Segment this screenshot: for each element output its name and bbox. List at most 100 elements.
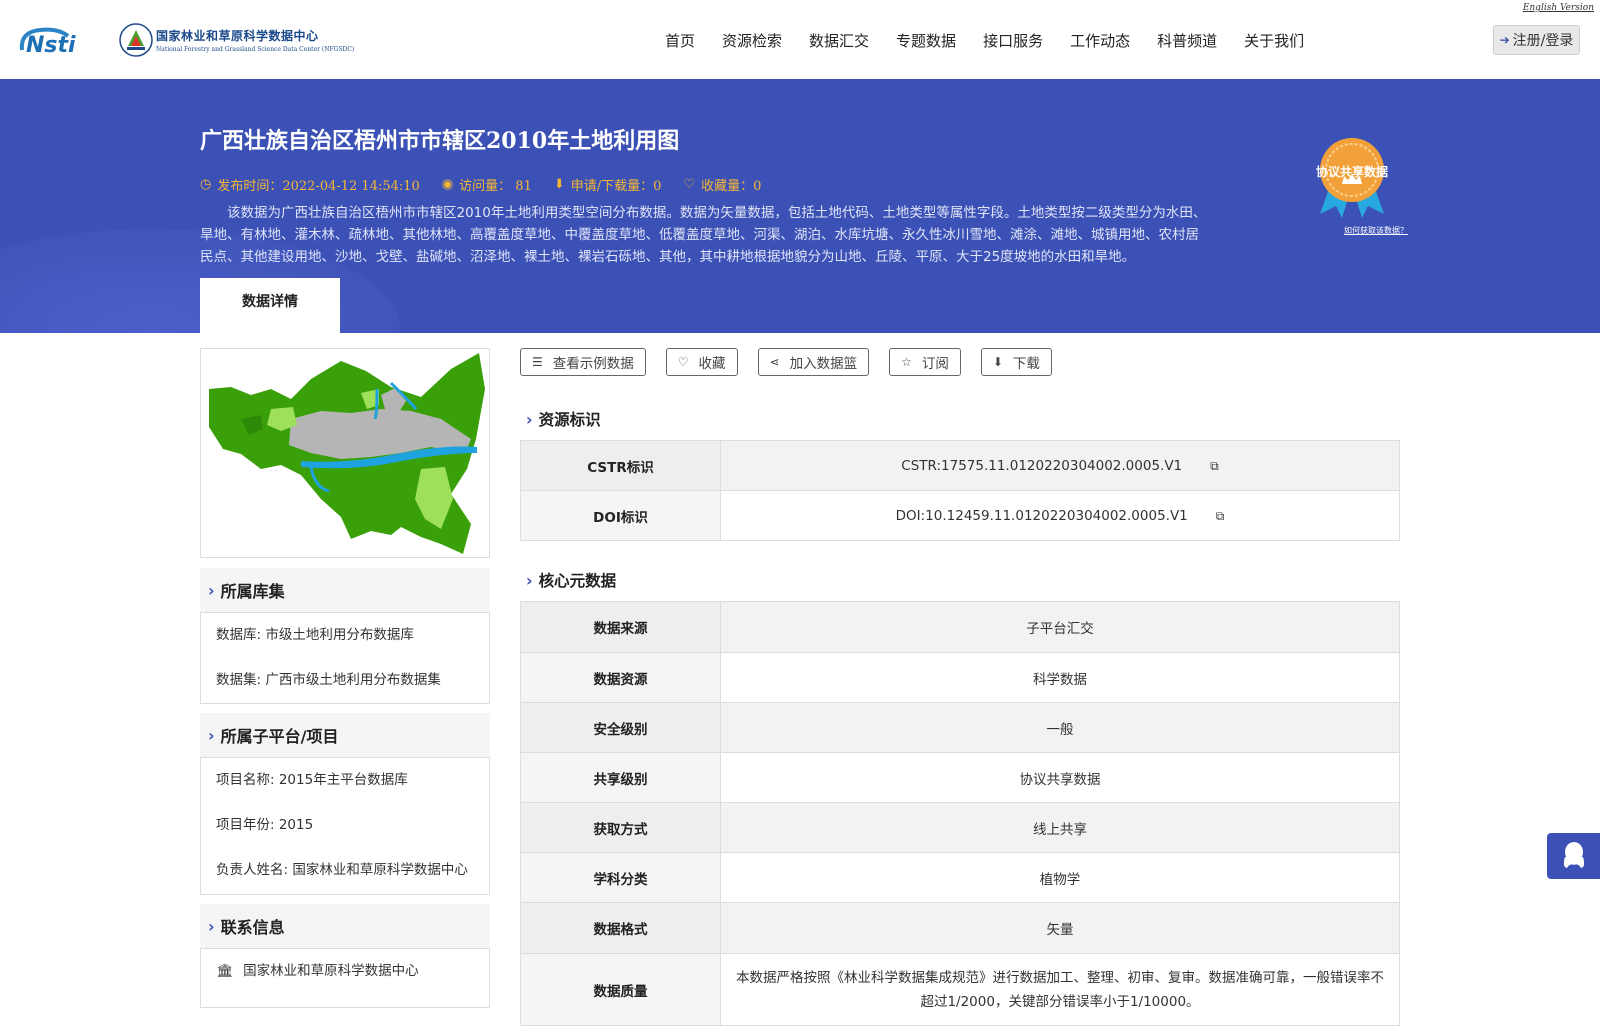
library-dataset[interactable]: 数据集: 广西市级土地利用分布数据集 xyxy=(201,658,489,703)
meta-value: 一般 xyxy=(720,702,1400,753)
eye-icon: ◉ xyxy=(441,177,454,192)
favorite-button[interactable]: ♡ 收藏 xyxy=(665,348,738,376)
chevron-right-icon: › xyxy=(208,916,215,936)
qq-chat-button[interactable] xyxy=(1547,833,1600,879)
download-button[interactable]: ⬇ 下载 xyxy=(980,348,1052,376)
meta-key: 共享级别 xyxy=(520,752,721,803)
chevron-right-icon: › xyxy=(526,409,533,429)
table-row: 数据来源 子平台汇交 xyxy=(520,601,1400,653)
download-icon: ⬇ xyxy=(992,355,1003,369)
meta-value: 矢量 xyxy=(720,902,1400,954)
library-section-title: › 所属库集 xyxy=(200,568,490,612)
project-year: 项目年份: 2015 xyxy=(216,817,314,833)
badge-label: 协议共享数据 xyxy=(1315,165,1388,179)
doi-value: DOI:10.12459.11.0120220304002.0005.V1 xyxy=(895,507,1188,524)
table-row: 获取方式 线上共享 xyxy=(520,802,1400,853)
heart-icon: ♡ xyxy=(683,177,696,192)
nav-item-api[interactable]: 接口服务 xyxy=(983,30,1043,51)
action-bar: ☰ 查看示例数据 ♡ 收藏 ⋖ 加入数据篮 ☆ 订阅 ⬇ 下载 xyxy=(520,348,1072,376)
project-box: 项目名称: 2015年主平台数据库 项目年份: 2015 负责人姓名: 国家林业… xyxy=(200,757,490,895)
tab-data-details[interactable]: 数据详情 xyxy=(200,278,340,333)
meta-key: 数据资源 xyxy=(520,652,721,703)
nav-item-topics[interactable]: 专题数据 xyxy=(896,30,956,51)
chevron-right-icon: › xyxy=(208,580,215,600)
meta-value: 线上共享 xyxy=(720,802,1400,853)
meta-value: 协议共享数据 xyxy=(720,752,1400,803)
core-meta-table: 数据来源 子平台汇交 数据资源 科学数据 安全级别 一般 共享级别 协议共享数据 获取方… xyxy=(520,601,1400,1026)
visit-count: ◉ 访问量： 81 xyxy=(441,177,532,194)
nfgsdc-emblem-icon xyxy=(119,23,153,57)
database-icon: ☰ xyxy=(532,355,543,369)
login-label: 注册/登录 xyxy=(1512,33,1574,49)
star-icon: ☆ xyxy=(901,355,912,369)
logo-title-cn: 国家林业和草原科学数据中心 xyxy=(156,29,319,43)
contact-org: 🏛 国家林业和草原科学数据中心 xyxy=(216,963,419,979)
meta-key: 数据格式 xyxy=(520,902,721,954)
doi-key: DOI标识 xyxy=(520,490,721,541)
identifiers-section-title: › 资源标识 xyxy=(526,409,601,430)
core-meta-section-title: › 核心元数据 xyxy=(526,570,617,591)
view-sample-button[interactable]: ☰ 查看示例数据 xyxy=(520,348,646,376)
share-icon: ⋖ xyxy=(769,355,780,369)
table-row: 安全级别 一般 xyxy=(520,702,1400,753)
download-count: ⬇ 申请/下载量：0 xyxy=(553,177,662,194)
nav-item-home[interactable]: 首页 xyxy=(665,30,695,51)
meta-value: 本数据严格按照《林业科学数据集成规范》进行数据加工、整理、初审、复审。数据准确可… xyxy=(720,953,1400,1026)
how-to-get-link[interactable]: 如何获取该数据？ xyxy=(1344,225,1408,236)
dataset-meta: ◷ 发布时间：2022-04-12 14:54:10 ◉ 访问量： 81 ⬇ 申请/下… xyxy=(200,175,783,194)
dataset-banner: 广西壮族自治区梧州市市辖区2010年土地利用图 ◷ 发布时间：2022-04-12… xyxy=(0,79,1600,333)
meta-key: 数据来源 xyxy=(520,601,721,653)
nfgsdc-logo[interactable]: 国家林业和草原科学数据中心 National Forestry and Gras… xyxy=(118,20,354,60)
meta-value: 子平台汇交 xyxy=(720,601,1400,653)
table-row: 学科分类 植物学 xyxy=(520,852,1400,903)
meta-key: 学科分类 xyxy=(520,852,721,903)
heart-icon: ♡ xyxy=(677,355,689,369)
main-nav: 首页 资源检索 数据汇交 专题数据 接口服务 工作动态 科普频道 关于我们 xyxy=(665,30,1331,51)
cstr-key: CSTR标识 xyxy=(520,440,721,491)
table-row: CSTR标识 CSTR:17575.11.0120220304002.0005.… xyxy=(520,440,1400,491)
qq-penguin-icon xyxy=(1563,842,1584,868)
download-icon: ⬇ xyxy=(553,177,565,192)
chevron-right-icon: › xyxy=(526,570,533,590)
copy-icon[interactable]: ⧉ xyxy=(1216,509,1225,524)
project-owner: 负责人姓名: 国家林业和草原科学数据中心 xyxy=(216,862,468,878)
meta-key: 数据质量 xyxy=(520,953,721,1026)
identifiers-table: CSTR标识 CSTR:17575.11.0120220304002.0005.… xyxy=(520,440,1400,541)
cstr-value: CSTR:17575.11.0120220304002.0005.V1 xyxy=(901,457,1183,474)
dataset-title: 广西壮族自治区梧州市市辖区2010年土地利用图 xyxy=(200,128,680,154)
chevron-right-icon: › xyxy=(208,725,215,745)
nsti-logo[interactable]: Nsti xyxy=(18,20,98,60)
project-section-title: › 所属子平台/项目 xyxy=(200,713,490,757)
logo-title-en: National Forestry and Grassland Science … xyxy=(156,46,355,53)
nav-item-science[interactable]: 科普频道 xyxy=(1157,30,1217,51)
table-row: DOI标识 DOI:10.12459.11.0120220304002.0005… xyxy=(520,490,1400,541)
contact-box: 🏛 国家林业和草原科学数据中心 xyxy=(200,948,490,1008)
nav-item-submit[interactable]: 数据汇交 xyxy=(809,30,869,51)
nav-item-about[interactable]: 关于我们 xyxy=(1244,30,1304,51)
institution-icon: 🏛 xyxy=(216,963,234,979)
nav-item-news[interactable]: 工作动态 xyxy=(1070,30,1130,51)
land-use-map-image xyxy=(209,353,485,554)
top-header: Nsti 国家林业和草原科学数据中心 National Forestry and… xyxy=(0,0,1600,79)
library-box: 数据库: 市级土地利用分布数据库 数据集: 广西市级土地利用分布数据集 xyxy=(200,612,490,704)
english-version-link[interactable]: English Version xyxy=(1523,3,1594,13)
favorite-count: ♡ 收藏量：0 xyxy=(683,177,762,194)
library-database[interactable]: 数据库: 市级土地利用分布数据库 xyxy=(201,613,489,658)
clock-icon: ◷ xyxy=(200,177,212,192)
meta-key: 获取方式 xyxy=(520,802,721,853)
table-row: 数据格式 矢量 xyxy=(520,902,1400,954)
nav-item-search[interactable]: 资源检索 xyxy=(722,30,782,51)
subscribe-button[interactable]: ☆ 订阅 xyxy=(889,348,961,376)
dataset-description: 该数据为广西壮族自治区梧州市市辖区2010年土地利用类型空间分布数据。数据为矢量… xyxy=(200,205,1207,265)
login-button[interactable]: ➔ 注册/登录 xyxy=(1493,25,1580,55)
table-row: 共享级别 协议共享数据 xyxy=(520,752,1400,803)
table-row: 数据资源 科学数据 xyxy=(520,652,1400,703)
project-name: 项目名称: 2015年主平台数据库 xyxy=(216,772,408,788)
sign-in-icon: ➔ xyxy=(1499,33,1510,47)
publish-time: ◷ 发布时间：2022-04-12 14:54:10 xyxy=(200,177,420,194)
dataset-thumbnail[interactable] xyxy=(200,348,490,558)
meta-value: 科学数据 xyxy=(720,652,1400,703)
add-to-basket-button[interactable]: ⋖ 加入数据篮 xyxy=(757,348,870,376)
meta-key: 安全级别 xyxy=(520,702,721,753)
copy-icon[interactable]: ⧉ xyxy=(1210,459,1219,474)
